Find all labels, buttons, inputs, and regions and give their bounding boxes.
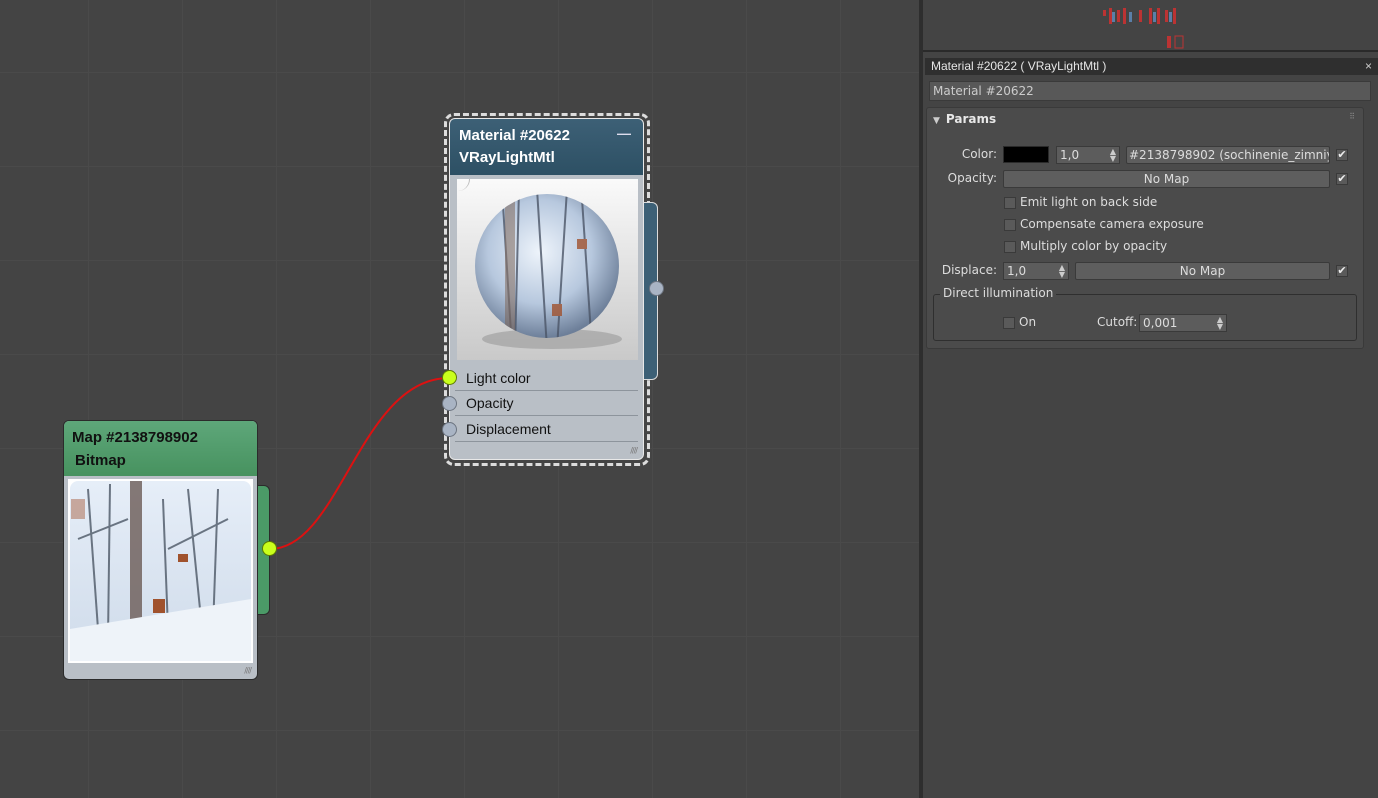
bitmap-node-title: Map #2138798902 (72, 429, 198, 446)
multiply-opacity-label: Multiply color by opacity (1020, 239, 1168, 253)
collapse-triangle-icon: ▼ (933, 116, 940, 126)
displace-map-checkbox[interactable]: ✔ (1336, 265, 1348, 277)
bitmap-output-socket[interactable] (262, 541, 277, 556)
bitmap-preview-image (68, 479, 253, 663)
material-node[interactable]: Material #20622 VRayLightMtl — Light col… (449, 118, 644, 460)
color-map-button[interactable]: #2138798902 (sochinenie_zimniy_vi (1126, 146, 1330, 164)
material-node-type: VRayLightMtl (459, 149, 555, 166)
direct-illumination-title: Direct illumination (940, 286, 1057, 300)
displacement-input-socket[interactable] (442, 422, 457, 437)
slot-label: Light color (466, 370, 531, 386)
material-node-header[interactable]: Material #20622 VRayLightMtl — (450, 119, 643, 175)
material-properties-panel: Material #20622 ( VRayLightMtl ) × Mater… (925, 58, 1378, 798)
opacity-map-button[interactable]: No Map (1003, 170, 1330, 188)
properties-title: Material #20622 ( VRayLightMtl ) (931, 59, 1107, 73)
direct-illumination-group: Direct illumination On Cutoff: 0,001 ▲ ▼ (933, 286, 1357, 341)
color-swatch[interactable] (1003, 146, 1049, 163)
resize-grip-icon[interactable]: //// (630, 446, 638, 455)
params-rollout: ▼ Params ⠿ Color: 1,0 ▲ ▼ #2138798902 (soc… (926, 107, 1364, 349)
spinner-arrows-icon[interactable]: ▲ ▼ (1110, 148, 1116, 163)
slot-opacity[interactable]: Opacity (455, 392, 638, 416)
slot-label: Opacity (466, 395, 514, 411)
light-color-input-socket[interactable] (442, 370, 457, 385)
bitmap-node[interactable]: Map #2138798902 Bitmap //// (63, 420, 258, 680)
cutoff-spinner[interactable]: 0,001 ▲ ▼ (1139, 314, 1227, 332)
displace-map-button[interactable]: No Map (1075, 262, 1330, 280)
rollout-grip-icon[interactable]: ⠿ (1349, 112, 1355, 121)
panel-divider[interactable] (919, 0, 923, 798)
color-multiplier-value: 1,0 (1060, 148, 1080, 162)
node-editor-canvas[interactable]: Material #20622 VRayLightMtl — Light col… (0, 0, 919, 798)
multiply-opacity-checkbox[interactable] (1004, 241, 1016, 253)
slot-label: Displacement (466, 421, 551, 437)
material-output-socket[interactable] (649, 281, 664, 296)
params-rollout-title: Params (945, 112, 997, 126)
spinner-arrows-icon[interactable]: ▲ ▼ (1059, 264, 1065, 279)
emit-back-side-checkbox[interactable] (1004, 197, 1016, 209)
opacity-input-socket[interactable] (442, 396, 457, 411)
slot-displacement[interactable]: Displacement (455, 418, 638, 442)
minimize-icon[interactable]: — (617, 125, 631, 141)
displace-value: 1,0 (1007, 264, 1027, 278)
params-rollout-header[interactable]: ▼ Params (933, 112, 996, 126)
material-preview-swatch (457, 179, 638, 360)
properties-titlebar[interactable]: Material #20622 ( VRayLightMtl ) × (925, 58, 1378, 75)
opacity-label: Opacity: (947, 171, 997, 185)
navigator-thumbnail (1103, 8, 1184, 49)
slot-light-color[interactable]: Light color (455, 367, 638, 391)
opacity-map-checkbox[interactable]: ✔ (1336, 173, 1348, 185)
close-icon[interactable]: × (1365, 58, 1372, 75)
bitmap-node-header[interactable]: Map #2138798902 Bitmap (64, 421, 257, 476)
color-map-checkbox[interactable]: ✔ (1336, 149, 1348, 161)
emit-back-side-label: Emit light on back side (1020, 195, 1158, 209)
compensate-exposure-label: Compensate camera exposure (1020, 217, 1204, 231)
color-label: Color: (961, 147, 997, 161)
bitmap-node-type: Bitmap (75, 452, 126, 469)
color-multiplier-spinner[interactable]: 1,0 ▲ ▼ (1056, 146, 1120, 164)
compensate-exposure-checkbox[interactable] (1004, 219, 1016, 231)
material-name-input[interactable]: Material #20622 (929, 81, 1371, 101)
cutoff-label: Cutoff: (1097, 315, 1138, 329)
spinner-arrows-icon[interactable]: ▲ ▼ (1217, 316, 1223, 331)
resize-grip-icon[interactable]: //// (244, 666, 252, 675)
direct-on-checkbox[interactable] (1003, 317, 1015, 329)
navigator-panel[interactable] (923, 0, 1378, 52)
displace-label: Displace: (941, 263, 997, 277)
material-node-title: Material #20622 (459, 127, 570, 144)
cutoff-value: 0,001 (1143, 316, 1178, 330)
displace-spinner[interactable]: 1,0 ▲ ▼ (1003, 262, 1069, 280)
direct-on-label: On (1019, 315, 1037, 329)
